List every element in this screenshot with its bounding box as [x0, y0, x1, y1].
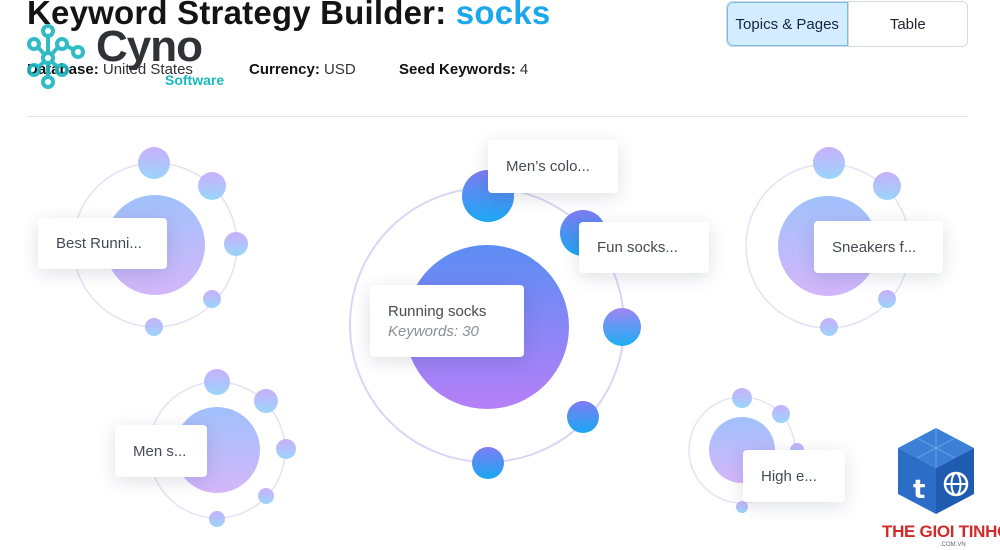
cyno-logo-text: Cyno — [96, 22, 203, 71]
topics-pages-tab[interactable]: Topics & Pages — [727, 2, 848, 46]
cluster-card-label: Sneakers f... — [832, 238, 917, 256]
thegioitinhoc-text: THE GIOI TINHOC — [882, 522, 1000, 541]
cluster-card-label: Running socks — [388, 302, 487, 320]
currency-meta: Currency: USD — [249, 61, 356, 78]
cluster-card-men-s[interactable]: Men s... — [115, 425, 207, 477]
cluster-card-label: High e... — [761, 467, 817, 485]
seed-keywords-meta: Seed Keywords: 4 — [399, 61, 528, 78]
cluster-card-best-running[interactable]: Best Runni... — [38, 218, 167, 269]
cluster-card-label: Fun socks... — [597, 239, 678, 256]
cube-logo-icon: t — [898, 428, 974, 514]
view-toggle: Topics & Pages Table — [726, 1, 968, 47]
svg-text:t: t — [913, 475, 925, 505]
currency-label: Currency: — [249, 61, 320, 78]
cluster-card-label: Men s... — [133, 442, 187, 460]
cluster-card-high-e[interactable]: High e... — [743, 450, 845, 502]
page-title-keyword: socks — [455, 0, 551, 31]
cluster-card-fun-socks[interactable]: Fun socks... — [579, 222, 709, 273]
thegioitinhoc-subtext: .COM.VN — [940, 542, 966, 548]
cluster-card-sneakers[interactable]: Sneakers f... — [814, 221, 943, 273]
table-tab[interactable]: Table — [847, 2, 968, 46]
cluster-card-label: Best Runni... — [56, 235, 142, 252]
cluster-card-mens-colo[interactable]: Men’s colo... — [488, 140, 618, 193]
seed-keywords-value: 4 — [519, 61, 529, 78]
seed-keywords-label: Seed Keywords: — [399, 61, 516, 78]
cluster-card-running-socks[interactable]: Running socks Keywords: 30 — [370, 285, 524, 357]
cluster-card-label: Men’s colo... — [506, 158, 590, 175]
header-divider — [27, 116, 968, 117]
cyno-logo-subtext: Software — [165, 72, 225, 88]
cluster-card-keyword-count: Keywords: 30 — [388, 322, 479, 340]
currency-value: USD — [324, 61, 356, 78]
